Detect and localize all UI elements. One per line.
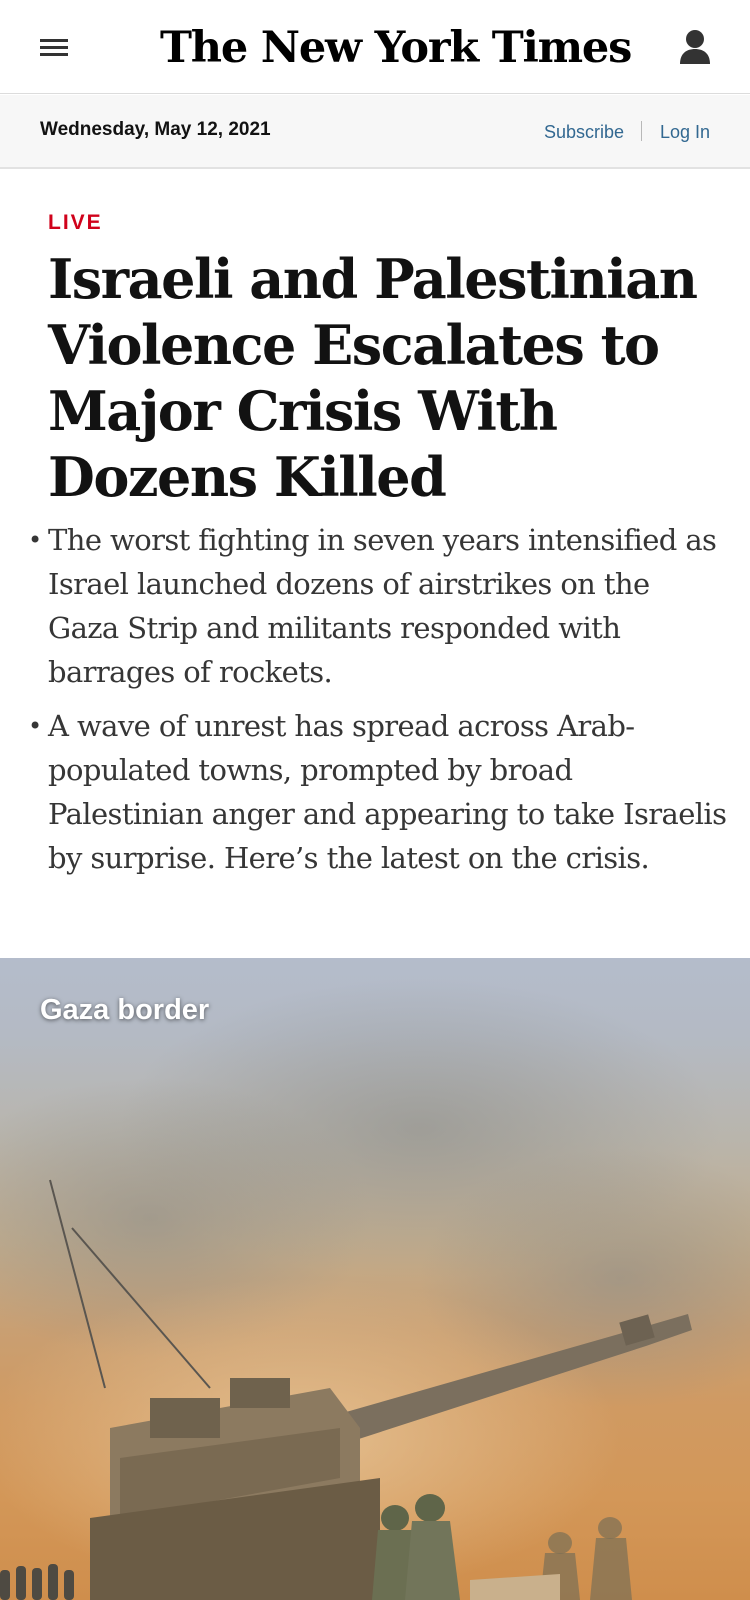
- current-date: Wednesday, May 12, 2021: [40, 119, 271, 140]
- date-bar: Wednesday, May 12, 2021 Subscribe Log In: [0, 95, 750, 169]
- subscribe-link[interactable]: Subscribe: [544, 122, 624, 143]
- hamburger-menu-icon[interactable]: [38, 36, 70, 60]
- summary-list: • The worst fighting in seven years inte…: [28, 518, 728, 890]
- hero-image[interactable]: Gaza border: [0, 958, 750, 1600]
- image-caption: Gaza border: [40, 994, 210, 1026]
- summary-text: A wave of unrest has spread across Arab-…: [48, 709, 727, 875]
- person-icon[interactable]: [678, 28, 712, 66]
- summary-text: The worst fighting in seven years intens…: [48, 523, 717, 689]
- link-divider: [641, 121, 642, 141]
- login-link[interactable]: Log In: [660, 122, 710, 143]
- summary-item: • The worst fighting in seven years inte…: [28, 518, 728, 694]
- masthead: The New York Times: [0, 0, 750, 94]
- site-logo[interactable]: The New York Times: [160, 18, 632, 78]
- summary-item: • A wave of unrest has spread across Ara…: [28, 704, 728, 880]
- artillery-photo: [0, 978, 750, 1600]
- bullet-icon: •: [28, 712, 42, 740]
- headline[interactable]: Israeli and Palestinian Violence Escalat…: [48, 246, 728, 510]
- live-label: LIVE: [48, 211, 103, 234]
- bullet-icon: •: [28, 526, 42, 554]
